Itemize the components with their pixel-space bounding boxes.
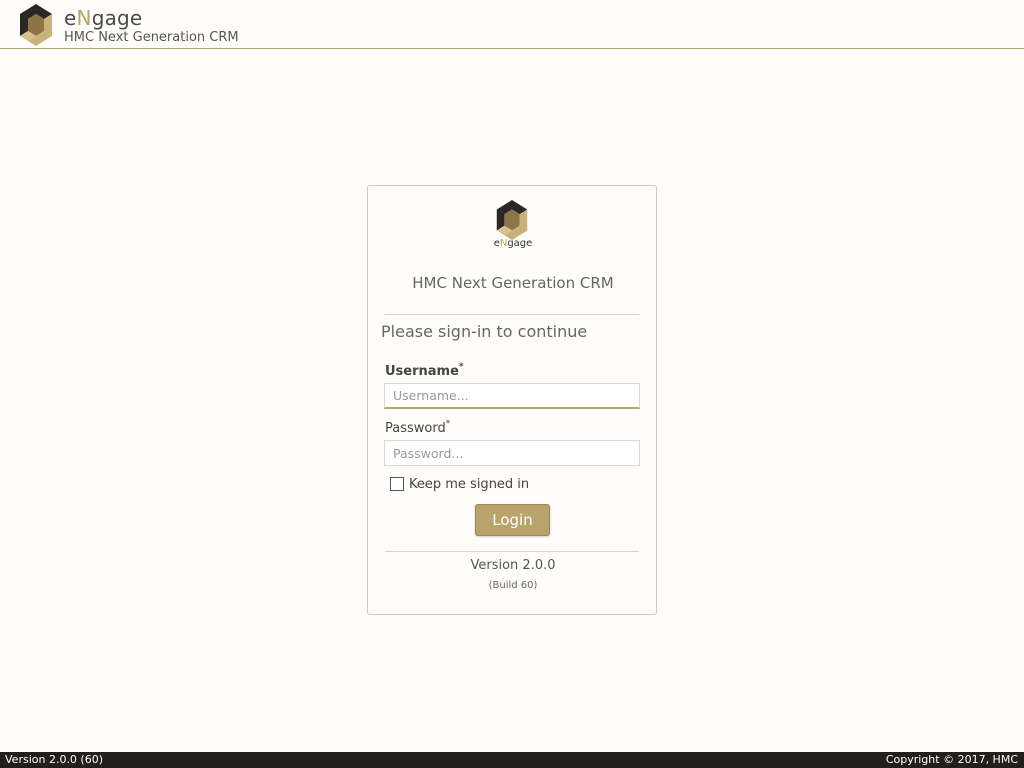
divider <box>385 551 639 552</box>
password-input[interactable] <box>384 440 640 466</box>
build-text: (Build 60) <box>488 580 538 591</box>
keep-signed-in-checkbox[interactable] <box>390 477 404 491</box>
keep-signed-in-label[interactable]: Keep me signed in <box>409 477 529 492</box>
login-button[interactable]: Login <box>475 504 550 536</box>
engage-logo-icon <box>20 4 52 46</box>
footer-version: Version 2.0.0 (60) <box>5 753 104 766</box>
sign-in-prompt: Please sign-in to continue <box>381 322 588 341</box>
login-card: eNgage HMC Next Generation CRM Please si… <box>367 185 657 615</box>
engage-logo-icon <box>496 200 528 240</box>
brand-subtitle: HMC Next Generation CRM <box>64 30 239 45</box>
card-title: HMC Next Generation CRM <box>412 274 614 292</box>
card-logo-wordmark: eNgage <box>493 238 533 249</box>
app-header: eNgage HMC Next Generation CRM <box>0 0 1024 49</box>
brand-name: eNgage <box>64 6 143 30</box>
footer-copyright: Copyright © 2017, HMC <box>885 753 1018 766</box>
username-input[interactable] <box>384 383 640 409</box>
version-text: Version 2.0.0 <box>470 558 556 573</box>
app-footer: Version 2.0.0 (60) Copyright © 2017, HMC <box>0 752 1024 768</box>
username-label: Username* <box>385 362 464 379</box>
divider <box>385 314 639 315</box>
password-label: Password* <box>385 419 451 436</box>
